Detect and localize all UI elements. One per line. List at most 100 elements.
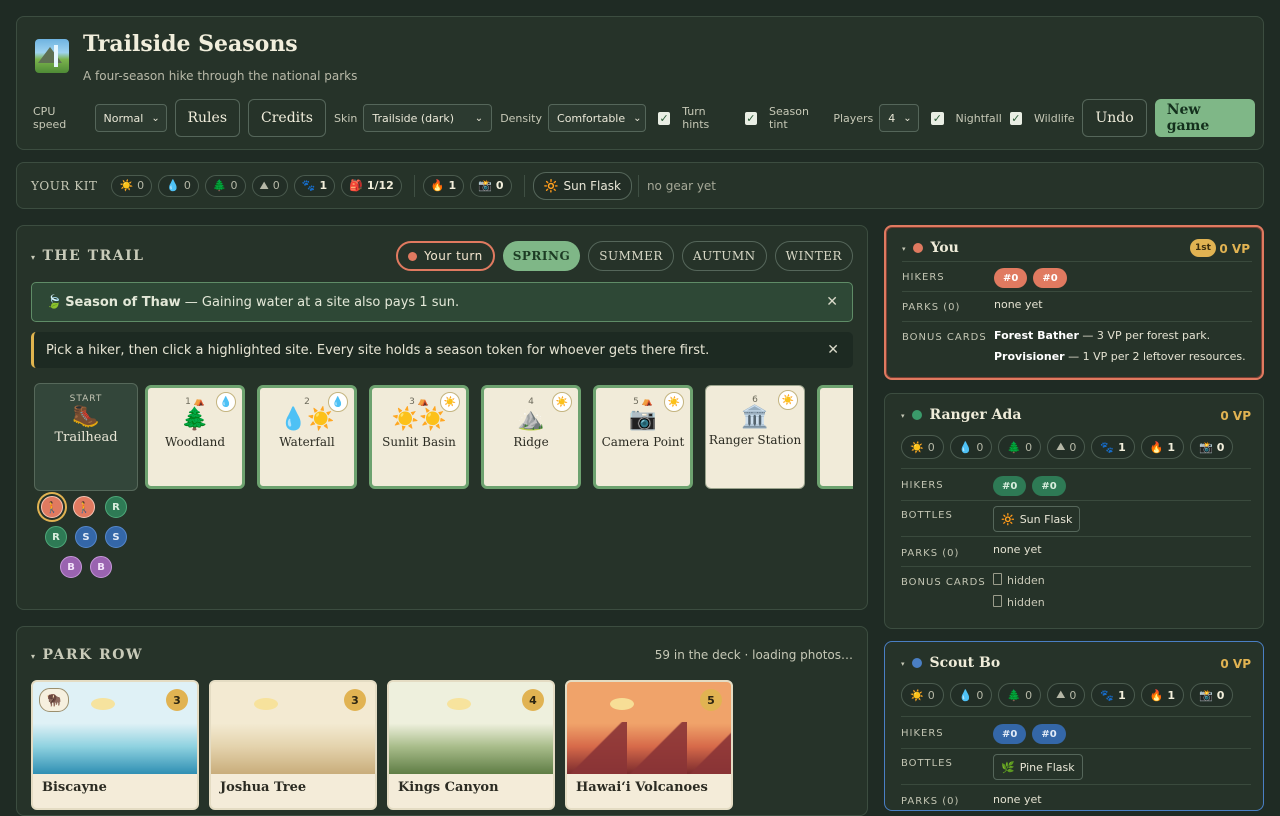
players-label: Players bbox=[833, 111, 874, 125]
park-card-joshua-tree[interactable]: 3 Joshua Tree bbox=[209, 680, 377, 810]
trail-site-ridge[interactable]: 4 ⛰️ Ridge ☀️ bbox=[481, 385, 581, 489]
park-card-hawai-i-volcanoes[interactable]: 5 Hawaiʻi Volcanoes bbox=[565, 680, 733, 810]
player-name: Ranger Ada bbox=[929, 407, 1022, 423]
app-subtitle: A four-season hike through the national … bbox=[83, 69, 358, 83]
resource-count: 1 bbox=[448, 179, 457, 192]
resource-camera: 📸 0 bbox=[1190, 435, 1234, 459]
cpu-speed-select[interactable]: Normal ⌄ bbox=[94, 104, 167, 132]
ada-resources: ☀️ 0 💧 0 🌲 0 ⛰ 0 🐾 1 🔥 1 📸 0 bbox=[901, 435, 1239, 459]
water-token-icon: 💧 bbox=[216, 392, 236, 412]
bonus-label: BONUS CARDS bbox=[901, 577, 986, 588]
trail-site-sunlit-basin[interactable]: 3 ⛺ ☀️☀️ Sunlit Basin ☀️ bbox=[369, 385, 469, 489]
trail-title-text: THE TRAIL bbox=[42, 248, 145, 264]
season-tint-checkbox[interactable]: ✓ bbox=[744, 111, 758, 125]
season-tint-label: Season tint bbox=[769, 105, 809, 131]
bonus-card[interactable]: Forest Bather — 3 VP per forest park. bbox=[994, 325, 1246, 346]
player-vp: 0 VP bbox=[1220, 409, 1251, 423]
sun-flask-bottle[interactable]: 🔆 Sun Flask bbox=[532, 171, 632, 200]
skin-select[interactable]: Trailside (dark) ⌄ bbox=[363, 104, 493, 132]
trail-panel: ▾ THE TRAIL Your turn SPRING SUMMER AUTUM… bbox=[16, 225, 868, 610]
kit-resource-backpack: 🎒 1/12 bbox=[341, 174, 402, 197]
season-autumn[interactable]: AUTUMN bbox=[681, 241, 767, 271]
hiker-chip[interactable]: #0 bbox=[1033, 268, 1067, 288]
hidden-label: hidden bbox=[1007, 596, 1045, 609]
hiker-s: S bbox=[105, 526, 127, 548]
site-name: Camera Point bbox=[601, 435, 685, 449]
parks-value: none yet bbox=[993, 543, 1042, 556]
resource-wildlife: 🐾 1 bbox=[1091, 435, 1135, 459]
resource-count: 1 bbox=[319, 179, 328, 192]
kit-extra-campfire: 🔥 1 bbox=[422, 174, 465, 197]
park-row-title-text: PARK ROW bbox=[42, 647, 144, 663]
kit-resource-forest: 🌲 0 bbox=[204, 174, 246, 197]
new-game-button[interactable]: New game bbox=[1154, 99, 1255, 137]
resource-water: 💧 0 bbox=[949, 683, 993, 707]
mountain-icon: ⛰ bbox=[1056, 440, 1066, 453]
trail-site-woodland[interactable]: 1 ⛺ 🌲 Woodland 💧 bbox=[145, 385, 245, 489]
resource-count: 0 bbox=[1025, 440, 1033, 454]
camera-icon: 📸 bbox=[1199, 440, 1213, 454]
pine-flask-bottle: 🌿 Pine Flask bbox=[993, 754, 1083, 780]
bison-icon: 🦬 bbox=[39, 688, 69, 712]
undo-button[interactable]: Undo bbox=[1082, 99, 1147, 137]
density-select[interactable]: Comfortable ⌄ bbox=[548, 104, 647, 132]
sun-flask-icon: 🔆 bbox=[543, 178, 559, 193]
players-select[interactable]: 4 ⌄ bbox=[879, 104, 920, 132]
kit-extras: 🔥 1 📸 0 bbox=[422, 174, 518, 197]
chevron-down-icon: ⌄ bbox=[151, 112, 160, 124]
hiker-you[interactable]: 🚶 bbox=[41, 496, 63, 518]
sun-icon bbox=[610, 698, 634, 710]
bonus-row: BONUS CARDS Forest Bather — 3 VP per for… bbox=[902, 321, 1252, 378]
close-icon[interactable]: ✕ bbox=[826, 294, 838, 310]
resource-count: 0 bbox=[272, 179, 280, 192]
bonus-name: Forest Bather bbox=[994, 329, 1079, 342]
water-icon: 💧 bbox=[820, 397, 853, 423]
trail-sites: START 🥾 Trailhead 1 ⛺ 🌲 Woodland 💧 2 💧☀️ Water… bbox=[33, 383, 853, 493]
close-icon[interactable]: ✕ bbox=[827, 342, 839, 358]
season-spring[interactable]: SPRING bbox=[502, 241, 581, 271]
kit-resource-water: 💧 0 bbox=[158, 174, 199, 197]
bonus-card[interactable]: Provisioner — 1 VP per 2 leftover resour… bbox=[994, 346, 1246, 367]
player-header[interactable]: ▾ Ranger Ada bbox=[901, 407, 1021, 423]
site-number-value: 4 bbox=[528, 397, 534, 407]
trail-site-ranger-station[interactable]: 6 🏛️ Ranger Station ☀️ bbox=[705, 385, 805, 489]
sun-token-icon: ☀️ bbox=[552, 392, 572, 412]
turn-hints-checkbox[interactable]: ✓ bbox=[658, 111, 671, 125]
park-row-title[interactable]: ▾ PARK ROW bbox=[31, 647, 143, 663]
hidden-bonus-card: hidden bbox=[993, 592, 1045, 614]
trail-site-next[interactable]: 💧 bbox=[817, 385, 853, 489]
backpack-icon: 🎒 bbox=[349, 179, 363, 192]
park-card-biscayne[interactable]: 3 🦬 Biscayne bbox=[31, 680, 199, 810]
wildlife-checkbox[interactable]: ✓ bbox=[1009, 111, 1022, 125]
resource-mountain: ⛰ 0 bbox=[1047, 683, 1086, 707]
hikers-row: HIKERS #0 #0 bbox=[901, 468, 1251, 501]
hikers-row: HIKERS #0 #0 bbox=[901, 716, 1251, 749]
park-card-kings-canyon[interactable]: 4 Kings Canyon bbox=[387, 680, 555, 810]
season-summer[interactable]: SUMMER bbox=[588, 241, 674, 271]
player-header[interactable]: ▾ You bbox=[902, 240, 959, 256]
resource-campfire: 🔥 1 bbox=[1140, 683, 1185, 707]
bottle-label: Sun Flask bbox=[563, 178, 621, 193]
boot-icon: 🥾 bbox=[72, 404, 100, 429]
trail-site-waterfall[interactable]: 2 💧☀️ Waterfall 💧 bbox=[257, 385, 357, 489]
player-panel-scout-bo: ▾ Scout Bo 0 VP ☀️ 0 💧 0 🌲 0 ⛰ 0 🐾 1 🔥 1 📸 0 HIKERS #0… bbox=[884, 641, 1264, 811]
trailhead-site[interactable]: START 🥾 Trailhead bbox=[34, 383, 138, 491]
nightfall-checkbox[interactable]: ✓ bbox=[931, 111, 944, 125]
chevron-down-icon: ⌄ bbox=[633, 112, 642, 124]
hiker-you[interactable]: 🚶 bbox=[73, 496, 95, 518]
players-value: 4 bbox=[888, 111, 896, 125]
park-vp-badge: 3 bbox=[166, 689, 188, 711]
player-vp: 0 VP bbox=[1219, 242, 1250, 256]
rules-button[interactable]: Rules bbox=[174, 99, 241, 137]
hiker-chip[interactable]: #0 bbox=[994, 268, 1028, 288]
resource-camera: 📸 0 bbox=[1190, 683, 1234, 707]
bottles-row: BOTTLES 🌿 Pine Flask bbox=[901, 748, 1251, 785]
trail-site-camera-point[interactable]: 5 ⛺ 📷 Camera Point ☀️ bbox=[593, 385, 693, 489]
player-header[interactable]: ▾ Scout Bo bbox=[901, 655, 1000, 671]
turn-hints-label: Turn hints bbox=[682, 105, 710, 131]
season-winter[interactable]: WINTER bbox=[774, 241, 853, 271]
trail-title[interactable]: ▾ THE TRAIL bbox=[31, 248, 145, 264]
resource-count: 1 bbox=[1118, 688, 1126, 702]
credits-button[interactable]: Credits bbox=[248, 99, 326, 137]
park-vp-badge: 5 bbox=[700, 689, 722, 711]
